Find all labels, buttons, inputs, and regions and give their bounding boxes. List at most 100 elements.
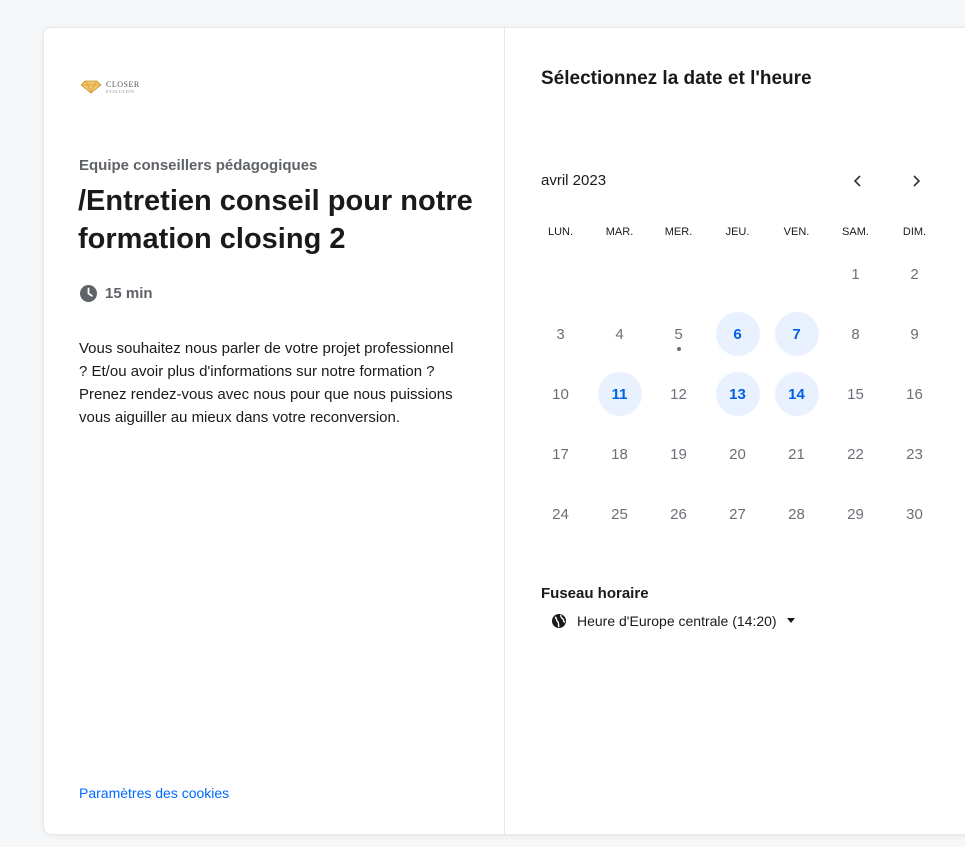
calendar-day: 5 <box>657 312 701 356</box>
calendar-cell <box>590 244 649 304</box>
calendar-cell: 7 <box>767 304 826 364</box>
weekday-label: MER. <box>664 226 693 238</box>
calendar-cell: 30 <box>885 484 944 544</box>
logo-wordmark: CLOSER <box>106 79 140 89</box>
calendar-cell: 9 <box>885 304 944 364</box>
calendar-cell: 25 <box>590 484 649 544</box>
calendar-day: 30 <box>906 505 923 523</box>
date-picker-panel: Sélectionnez la date et l'heure avril 20… <box>505 28 965 834</box>
calendar-day: 29 <box>847 505 864 523</box>
calendar-cell: 16 <box>885 364 944 424</box>
globe-icon <box>552 614 566 628</box>
calendar-week: 10 11 12 13 14 15 16 <box>531 364 944 424</box>
calendar-cell: 15 <box>826 364 885 424</box>
calendar-cell: 20 <box>708 424 767 484</box>
calendar-cell: 11 <box>590 364 649 424</box>
calendar-cell <box>767 244 826 304</box>
calendar-cell: 23 <box>885 424 944 484</box>
calendar-day: 20 <box>729 445 746 463</box>
calendar-day: 8 <box>851 325 860 343</box>
timezone-selector[interactable]: Heure d'Europe centrale (14:20) <box>551 613 795 629</box>
timezone-value: Heure d'Europe centrale (14:20) <box>577 613 777 629</box>
caret-down-icon <box>786 618 795 623</box>
calendar-day: 16 <box>906 385 923 403</box>
calendar-cell: 17 <box>531 424 590 484</box>
calendar-day: 9 <box>910 325 919 343</box>
event-title: /Entretien conseil pour notre formation … <box>78 185 473 255</box>
calendar-cell: 24 <box>531 484 590 544</box>
event-description: Vous souhaitez nous parler de votre proj… <box>79 340 454 426</box>
calendar-day: 23 <box>906 445 923 463</box>
calendar-cell: 4 <box>590 304 649 364</box>
calendar-week: 24 25 26 27 28 29 30 <box>531 484 944 544</box>
logo-subtitle: EVOLUTION <box>106 88 135 94</box>
calendar-grid: LUN. MAR. MER. JEU. VEN. SAM. DIM. 12345… <box>531 226 944 544</box>
chevron-right-icon <box>913 175 921 187</box>
calendar-day: 27 <box>729 505 746 523</box>
cookie-settings-link[interactable]: Paramètres des cookies <box>79 785 229 801</box>
calendar-cell <box>708 244 767 304</box>
calendar-cell: 28 <box>767 484 826 544</box>
calendar-day-available[interactable]: 13 <box>715 372 760 416</box>
diamond-logo-icon <box>80 80 102 94</box>
calendar-cell: 29 <box>826 484 885 544</box>
calendar-cell <box>531 244 590 304</box>
calendar-day: 10 <box>552 385 569 403</box>
calendar-day-available[interactable]: 14 <box>774 372 819 416</box>
calendar-cell: 27 <box>708 484 767 544</box>
calendar-cell: 26 <box>649 484 708 544</box>
calendar-day: 26 <box>670 505 687 523</box>
calendar-cell: 1 <box>826 244 885 304</box>
duration-label: 15 min <box>105 285 153 302</box>
timezone-label: Fuseau horaire <box>541 585 649 602</box>
calendar-day: 28 <box>788 505 805 523</box>
calendar-cell <box>649 244 708 304</box>
scheduler-heading: Sélectionnez la date et l'heure <box>541 68 812 89</box>
calendar-week: 12 <box>531 244 944 304</box>
weekday-label: JEU. <box>725 226 750 238</box>
previous-month-button[interactable] <box>843 166 873 196</box>
calendar-day: 1 <box>851 265 860 283</box>
calendar-cell: 10 <box>531 364 590 424</box>
clock-icon <box>80 285 97 302</box>
calendar-week: 3 4 567 8 9 <box>531 304 944 364</box>
calendar-cell: 8 <box>826 304 885 364</box>
calendar-day-available[interactable]: 7 <box>774 312 819 356</box>
calendar-day: 2 <box>910 265 919 283</box>
calendar-day: 24 <box>552 505 569 523</box>
calendar-day: 19 <box>670 445 687 463</box>
calendar-cell: 19 <box>649 424 708 484</box>
calendar-cell: 6 <box>708 304 767 364</box>
next-month-button[interactable] <box>901 166 931 196</box>
current-month: avril 2023 <box>541 172 607 189</box>
calendar-cell: 3 <box>531 304 590 364</box>
calendar-day: 4 <box>615 325 624 343</box>
calendar-cell: 22 <box>826 424 885 484</box>
booking-card: CLOSER EVOLUTION Equipe conseillers péda… <box>43 27 965 835</box>
weekday-label: SAM. <box>842 226 869 238</box>
calendar-cell: 2 <box>885 244 944 304</box>
calendar-day: 22 <box>847 445 864 463</box>
calendar-cell: 5 <box>649 304 708 364</box>
calendar-day-available[interactable]: 6 <box>715 312 760 356</box>
company-logo: CLOSER EVOLUTION <box>80 80 140 94</box>
calendar-day-available[interactable]: 11 <box>597 372 642 416</box>
weekday-label: LUN. <box>547 226 574 238</box>
weekday-label: VEN. <box>783 226 810 238</box>
chevron-left-icon <box>853 175 861 187</box>
calendar-day: 21 <box>788 445 805 463</box>
weekday-label: MAR. <box>605 226 634 238</box>
event-details-panel: CLOSER EVOLUTION Equipe conseillers péda… <box>44 28 505 834</box>
calendar-day: 18 <box>611 445 628 463</box>
calendar-cell: 21 <box>767 424 826 484</box>
calendar-cell: 18 <box>590 424 649 484</box>
calendar-day: 17 <box>552 445 569 463</box>
calendar-cell: 12 <box>649 364 708 424</box>
calendar-day: 25 <box>611 505 628 523</box>
calendar-day: 15 <box>847 385 864 403</box>
weekday-label: DIM. <box>902 226 927 238</box>
organizer-name: Equipe conseillers pédagogiques <box>79 157 318 174</box>
calendar-cell: 13 <box>708 364 767 424</box>
calendar-cell: 14 <box>767 364 826 424</box>
calendar-day: 12 <box>670 385 687 403</box>
